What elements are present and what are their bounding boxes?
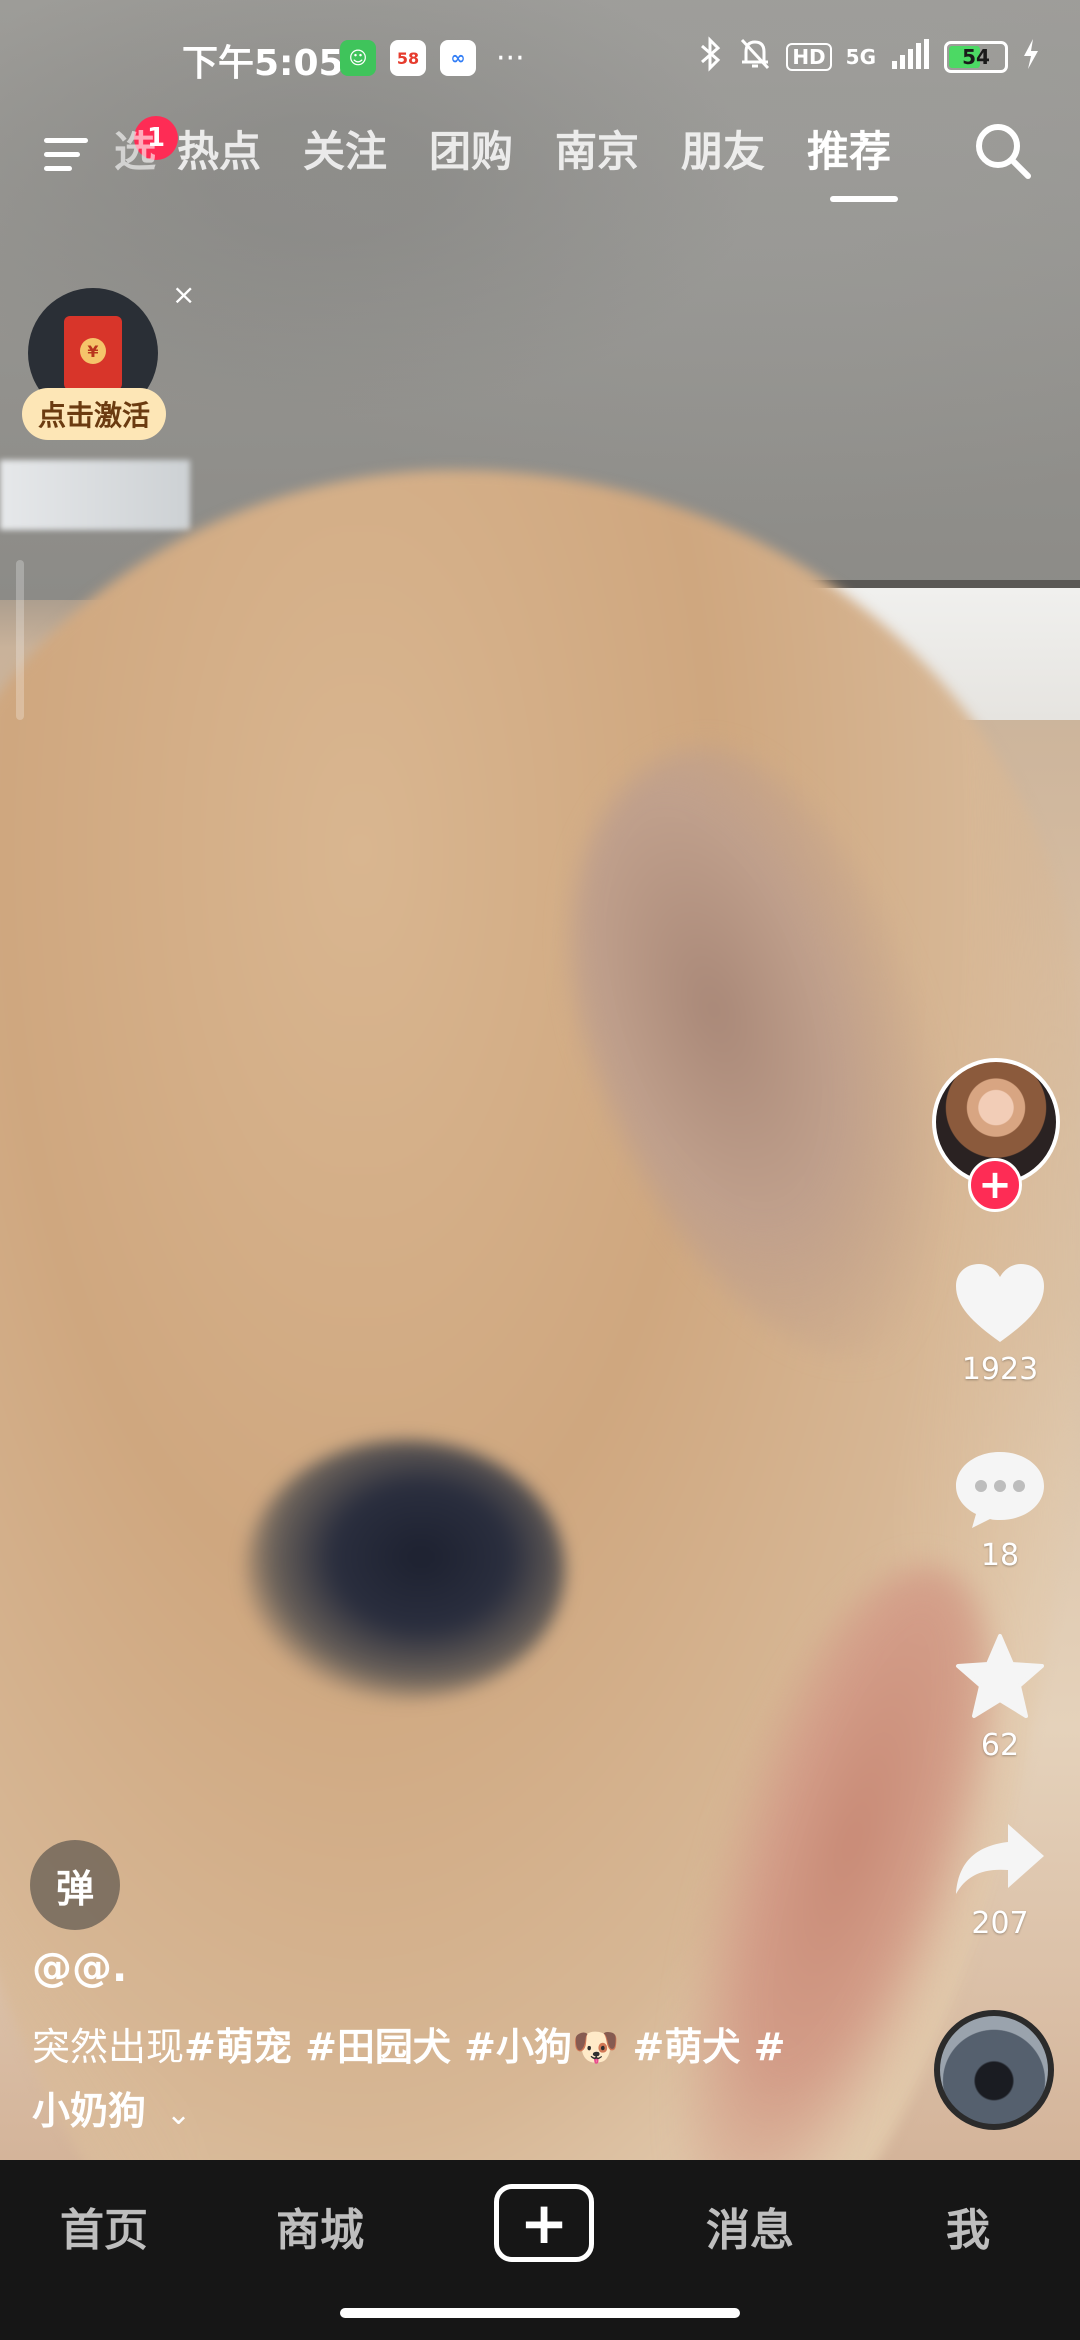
battery-icon: 54 (944, 41, 1008, 73)
follow-button[interactable]: + (968, 1158, 1022, 1212)
caption-tags-line1[interactable]: #萌宠 #田园犬 #小狗🐶 #萌犬 # (184, 2025, 785, 2069)
red-packet-activate-label[interactable]: 点击激活 (22, 388, 166, 440)
tab-recommended[interactable]: 推荐 (786, 114, 912, 202)
menu-icon-bar (44, 152, 80, 157)
tab-nanjing[interactable]: 南京 (534, 114, 660, 190)
danmu-toggle-button[interactable]: 弹 (30, 1840, 120, 1930)
cloud-app-icon: ∞ (440, 40, 476, 76)
caption-lead: 突然出现 (32, 2025, 185, 2069)
create-button[interactable]: + (494, 2184, 594, 2262)
menu-icon-bar (44, 166, 72, 171)
heart-icon (956, 1264, 1044, 1342)
comment-button[interactable]: 18 (920, 1446, 1080, 1573)
58-app-icon: 58 (390, 40, 426, 76)
author-name[interactable]: @@. (32, 1945, 127, 1991)
share-button[interactable]: 207 (920, 1820, 1080, 1941)
expand-caption-icon[interactable]: ⌄ (166, 2083, 191, 2147)
caption-line-1: 突然出现#萌宠 #田园犬 #小狗🐶 #萌犬 # (32, 2015, 832, 2079)
tab-group-buy[interactable]: 团购 (408, 114, 534, 190)
video-caption[interactable]: 突然出现#萌宠 #田园犬 #小狗🐶 #萌犬 # 小奶狗 ⌄ (32, 2015, 832, 2147)
favorite-button[interactable]: 62 (920, 1632, 1080, 1763)
menu-button[interactable]: 1 (44, 116, 178, 178)
battery-level: 54 (962, 45, 990, 69)
status-app-icons: ☺ 58 ∞ ··· (340, 40, 525, 76)
video-background-object (0, 460, 190, 530)
video-dog-eye (245, 1440, 565, 1700)
music-disc[interactable] (934, 2010, 1054, 2130)
nav-messages[interactable]: 消息 (660, 2194, 840, 2258)
caption-tags-line2[interactable]: 小奶狗 (32, 2089, 146, 2133)
red-packet-close-button[interactable]: × (172, 278, 195, 311)
red-envelope-icon: ¥ (64, 316, 122, 390)
tab-following[interactable]: 关注 (282, 114, 408, 190)
comment-icon (956, 1452, 1044, 1528)
android-app-icon: ☺ (340, 40, 376, 76)
tab-partial[interactable]: 选 (110, 114, 156, 190)
hd-badge: HD (786, 43, 832, 71)
like-count: 1923 (961, 1352, 1039, 1387)
nav-home[interactable]: 首页 (14, 2194, 194, 2258)
tab-friends[interactable]: 朋友 (660, 114, 786, 190)
search-button[interactable] (970, 118, 1036, 184)
side-scroll-indicator (16, 560, 24, 720)
nav-mall[interactable]: 商城 (230, 2194, 410, 2258)
status-bar: 下午5:05 ☺ 58 ∞ ··· HD 5G 54 (0, 0, 1080, 120)
network-label: 5G (845, 45, 876, 69)
top-nav: 1 选 热点 关注 团购 南京 朋友 推荐 (0, 110, 1080, 202)
charging-icon (1022, 39, 1040, 75)
red-packet-widget[interactable]: ¥ × 点击激活 (22, 278, 195, 448)
star-icon (956, 1634, 1044, 1718)
status-time: 下午5:05 (182, 43, 344, 84)
bell-muted-icon (738, 36, 772, 78)
home-indicator (340, 2308, 740, 2318)
comment-count: 18 (980, 1538, 1020, 1573)
red-envelope-seal: ¥ (80, 338, 106, 364)
caption-line-2: 小奶狗 ⌄ (32, 2079, 832, 2147)
nav-me[interactable]: 我 (878, 2194, 1058, 2258)
status-more: ··· (496, 40, 525, 76)
bottom-nav: 首页 商城 + 消息 我 (0, 2160, 1080, 2340)
feed-tabs: 选 热点 关注 团购 南京 朋友 推荐 (110, 114, 912, 202)
share-count: 207 (971, 1906, 1029, 1941)
menu-icon (44, 138, 88, 143)
favorite-count: 62 (980, 1728, 1020, 1763)
tab-hot[interactable]: 热点 (156, 114, 282, 190)
search-icon (976, 124, 1031, 179)
signal-icon (890, 39, 930, 75)
bluetooth-icon (698, 36, 724, 78)
status-right: HD 5G 54 (698, 36, 1040, 78)
like-button[interactable]: 1923 (920, 1260, 1080, 1387)
share-arrow-icon (956, 1824, 1044, 1894)
